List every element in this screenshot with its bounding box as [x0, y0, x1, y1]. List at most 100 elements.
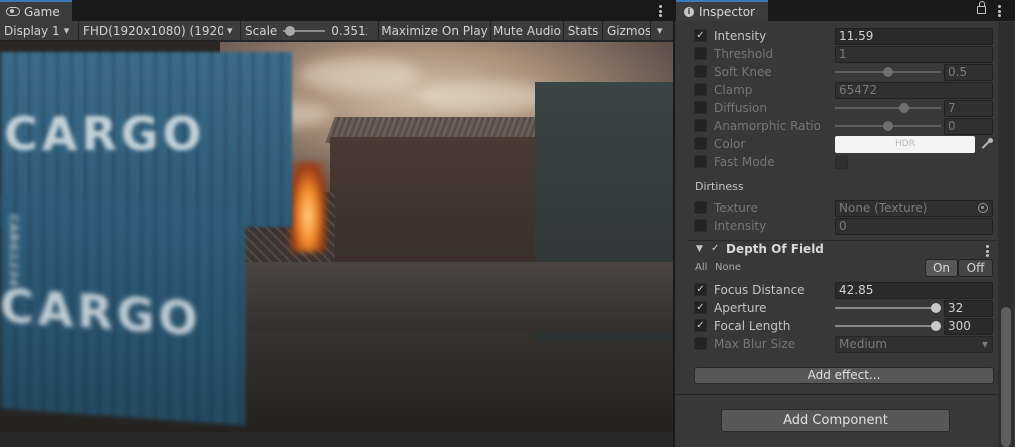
scene-fire [290, 162, 326, 252]
aperture-slider[interactable] [835, 303, 941, 313]
game-menu-kebab-icon[interactable] [655, 4, 665, 18]
all-button[interactable]: All [695, 262, 707, 273]
diffusion-value[interactable]: 7 [944, 100, 993, 117]
row-focus-distance: ✓ Focus Distance 42.85 [675, 281, 997, 299]
dirt-intensity-field[interactable]: 0 [835, 218, 993, 235]
gizmos-label: Gizmos [607, 23, 651, 38]
override-checkbox-anamorphic-ratio[interactable] [694, 119, 707, 132]
soft-knee-slider[interactable] [835, 67, 941, 77]
depth-of-field-menu-kebab-icon[interactable] [982, 244, 992, 258]
inspector-menu-kebab-icon[interactable] [994, 4, 1004, 18]
focal-length-slider[interactable] [835, 321, 941, 331]
display-dropdown[interactable]: Display 1 [0, 20, 79, 41]
label-intensity: Intensity [714, 29, 767, 43]
dirtiness-section-title: Dirtiness [695, 180, 744, 193]
add-component-button[interactable]: Add Component [721, 409, 950, 432]
row-aperture: ✓ Aperture 32 [675, 299, 997, 317]
maximize-on-play-label: Maximize On Play [381, 23, 488, 38]
inspector-scrollbar-thumb[interactable] [1001, 307, 1011, 447]
scene-cloud [300, 57, 420, 92]
color-swatch[interactable]: HDR [835, 136, 975, 153]
override-checkbox-fast-mode[interactable] [694, 155, 707, 168]
label-color: Color [714, 137, 746, 151]
row-focal-length: ✓ Focal Length 300 [675, 317, 997, 335]
game-view-icon [6, 7, 20, 16]
row-color: Color HDR [675, 135, 997, 153]
scale-label: Scale [245, 23, 278, 38]
inspector-tab-strip: i Inspector [675, 0, 1015, 21]
depth-of-field-enabled-checkbox[interactable]: ✓ [711, 243, 723, 255]
add-effect-button[interactable]: Add effect... [694, 367, 994, 384]
tab-game[interactable]: Game [0, 0, 72, 21]
anamorphic-ratio-slider-knob[interactable] [883, 121, 893, 131]
override-checkbox-aperture[interactable]: ✓ [694, 301, 707, 314]
override-checkbox-max-blur-size[interactable] [694, 337, 707, 350]
soft-knee-value[interactable]: 0.5 [944, 64, 993, 81]
intensity-field[interactable]: 11.59 [835, 28, 993, 45]
override-checkbox-threshold[interactable] [694, 47, 707, 60]
label-soft-knee: Soft Knee [714, 65, 772, 79]
game-viewport[interactable]: CARGO CARGO CARG1234 [0, 42, 673, 432]
anamorphic-ratio-slider[interactable] [835, 121, 941, 131]
override-checkbox-diffusion[interactable] [694, 101, 707, 114]
override-checkbox-color[interactable] [694, 137, 707, 150]
fast-mode-toggle[interactable] [835, 156, 848, 169]
depth-of-field-header[interactable]: ▼ ✓ Depth Of Field [687, 240, 997, 258]
label-dirt-intensity: Intensity [714, 219, 767, 233]
foldout-arrow-icon[interactable]: ▼ [696, 244, 703, 254]
gizmos-toggle[interactable]: Gizmos [603, 20, 651, 41]
clamp-field[interactable]: 65472 [835, 82, 993, 99]
max-blur-size-dropdown[interactable]: Medium [835, 336, 993, 353]
aperture-slider-knob[interactable] [930, 303, 941, 313]
label-clamp: Clamp [714, 83, 753, 97]
focal-length-value[interactable]: 300 [944, 318, 993, 335]
scene-container-bottom: CARGO CARG1234 [0, 193, 245, 426]
override-checkbox-texture[interactable] [694, 201, 707, 214]
anamorphic-ratio-value[interactable]: 0 [944, 118, 993, 135]
row-clamp: Clamp 65472 [675, 81, 997, 99]
focal-length-slider-knob[interactable] [930, 321, 941, 331]
game-view-panel: Game Display 1 FHD(1920x1080) (1920x1 Sc… [0, 0, 673, 447]
mute-audio-toggle[interactable]: Mute Audio [491, 20, 564, 41]
override-checkbox-dirt-intensity[interactable] [694, 219, 707, 232]
override-checkbox-focus-distance[interactable]: ✓ [694, 283, 707, 296]
row-soft-knee: Soft Knee 0.5 [675, 63, 997, 81]
label-threshold: Threshold [714, 47, 774, 61]
row-max-blur-size: Max Blur Size Medium [675, 335, 997, 353]
scale-slider-knob[interactable] [284, 25, 295, 36]
eyedropper-icon[interactable] [981, 138, 993, 150]
tab-inspector[interactable]: i Inspector [676, 0, 768, 21]
soft-knee-slider-knob[interactable] [883, 67, 893, 77]
scale-control: Scale 0.351x [241, 20, 379, 41]
maximize-on-play-toggle[interactable]: Maximize On Play [379, 20, 491, 41]
threshold-field[interactable]: 1 [835, 46, 993, 63]
override-checkbox-focal-length[interactable]: ✓ [694, 319, 707, 332]
resolution-dropdown[interactable]: FHD(1920x1080) (1920x1 [79, 20, 241, 41]
override-checkbox-clamp[interactable] [694, 83, 707, 96]
row-anamorphic-ratio: Anamorphic Ratio 0 [675, 117, 997, 135]
display-dropdown-label: Display 1 [4, 23, 60, 38]
lock-icon[interactable] [977, 1, 986, 14]
override-checkbox-intensity[interactable]: ✓ [694, 29, 707, 42]
on-button[interactable]: On [925, 259, 958, 277]
info-icon: i [684, 6, 694, 17]
scale-slider[interactable] [283, 25, 326, 36]
override-checkbox-soft-knee[interactable] [694, 65, 707, 78]
aperture-value[interactable]: 32 [944, 300, 993, 317]
label-anamorphic-ratio: Anamorphic Ratio [714, 119, 821, 133]
stats-toggle[interactable]: Stats [564, 20, 603, 41]
container-id-text: CARG1234 [7, 213, 20, 288]
off-button[interactable]: Off [958, 259, 993, 277]
inspector-scrollbar[interactable] [998, 22, 1014, 447]
focus-distance-field[interactable]: 42.85 [835, 282, 993, 299]
diffusion-slider-knob[interactable] [898, 103, 909, 113]
none-button[interactable]: None [715, 262, 741, 273]
label-diffusion: Diffusion [714, 101, 767, 115]
object-picker-icon[interactable] [978, 203, 988, 213]
label-focal-length: Focal Length [714, 319, 791, 333]
texture-object-field[interactable]: None (Texture) [835, 200, 993, 217]
gizmos-dropdown-icon[interactable] [651, 21, 673, 41]
game-toolbar: Display 1 FHD(1920x1080) (1920x1 Scale 0… [0, 20, 673, 41]
inspector-panel: i Inspector ✓ Intensity 11.59 Threshold … [675, 0, 1015, 447]
diffusion-slider[interactable] [835, 103, 941, 113]
